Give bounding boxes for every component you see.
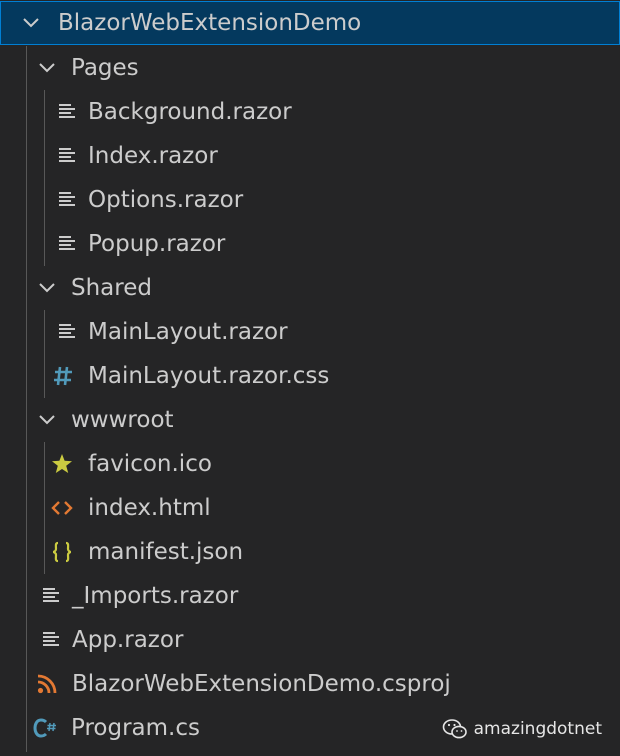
file-label: index.html (88, 495, 211, 521)
hash-css-icon (54, 366, 72, 386)
star-icon (52, 454, 72, 473)
lines-file-icon (59, 104, 75, 118)
chevron-down-icon (39, 283, 55, 293)
chevron-down-icon (39, 415, 55, 425)
rss-icon (37, 674, 57, 694)
chevron-down-icon (39, 63, 55, 73)
lines-file-icon (59, 192, 75, 206)
file-item[interactable]: manifest.json (0, 530, 620, 574)
file-label: MainLayout.razor (88, 319, 288, 345)
file-item[interactable]: _Imports.razor (0, 574, 620, 618)
folder-label: wwwroot (71, 407, 174, 433)
lines-file-icon (59, 236, 75, 250)
file-item[interactable]: index.html (0, 486, 620, 530)
folder-label: BlazorWebExtensionDemo (58, 10, 362, 36)
file-item[interactable]: BlazorWebExtensionDemo.csproj (0, 662, 620, 706)
folder-wwwroot[interactable]: wwwroot (0, 398, 620, 442)
file-item[interactable]: Options.razor (0, 178, 620, 222)
file-item[interactable]: App.razor (0, 618, 620, 662)
file-label: Background.razor (88, 99, 292, 125)
folder-shared[interactable]: Shared (0, 266, 620, 310)
lines-file-icon (43, 588, 59, 602)
csharp-icon (33, 718, 56, 738)
file-label: Popup.razor (88, 231, 226, 257)
folder-label: Pages (71, 55, 139, 81)
chevron-down-icon (23, 18, 39, 28)
file-label: Options.razor (88, 187, 244, 213)
lines-file-icon (43, 632, 59, 646)
lines-file-icon (59, 324, 75, 338)
watermark: amazingdotnet (442, 718, 602, 740)
folder-root[interactable]: BlazorWebExtensionDemo (0, 1, 620, 45)
file-label: manifest.json (88, 539, 244, 565)
file-label: Program.cs (71, 715, 200, 741)
explorer-tree: BlazorWebExtensionDemo Pages Background.… (0, 0, 620, 756)
watermark-label: amazingdotnet (473, 719, 602, 739)
file-label: MainLayout.razor.css (88, 363, 330, 389)
file-item[interactable]: MainLayout.razor.css (0, 354, 620, 398)
file-item[interactable]: Index.razor (0, 134, 620, 178)
file-item[interactable]: MainLayout.razor (0, 310, 620, 354)
file-item[interactable]: Popup.razor (0, 222, 620, 266)
folder-pages[interactable]: Pages (0, 46, 620, 90)
file-item[interactable]: favicon.ico (0, 442, 620, 486)
wechat-icon (442, 719, 467, 739)
file-label: favicon.ico (88, 451, 212, 477)
file-label: App.razor (72, 627, 184, 653)
file-item[interactable]: Background.razor (0, 90, 620, 134)
curly-braces-icon (52, 541, 72, 563)
file-label: Index.razor (88, 143, 218, 169)
file-label: BlazorWebExtensionDemo.csproj (72, 671, 451, 697)
folder-label: Shared (71, 275, 152, 301)
file-label: _Imports.razor (72, 583, 239, 609)
code-brackets-icon (51, 501, 73, 515)
lines-file-icon (59, 148, 75, 162)
